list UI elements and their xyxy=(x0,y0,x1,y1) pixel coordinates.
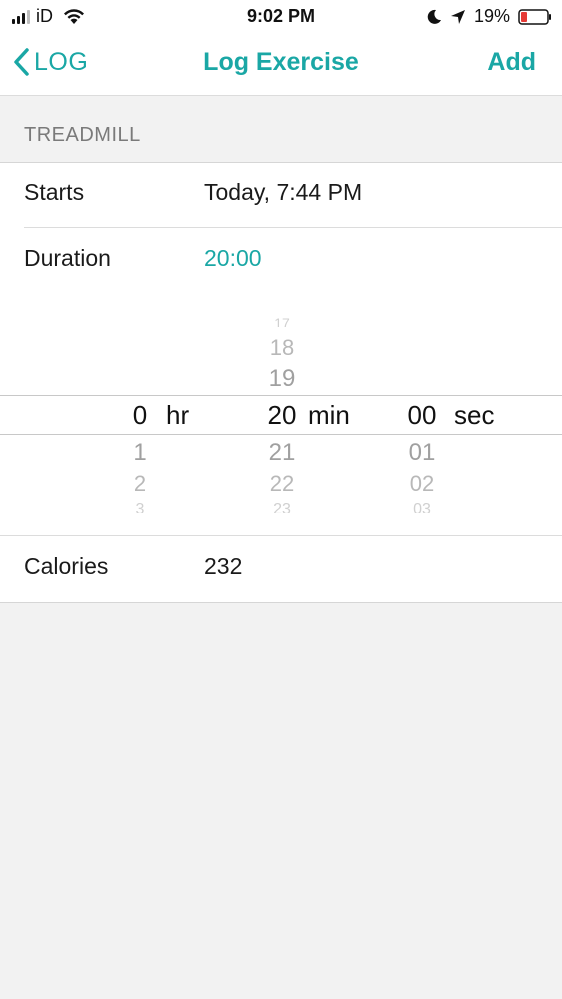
battery-percent: 19% xyxy=(473,6,510,26)
duration-picker[interactable]: 17 18 19 0 hr 20 min 00 sec 1 21 01 2 22… xyxy=(0,303,562,535)
calories-value: 232 xyxy=(204,553,243,579)
picker-minute-selected[interactable]: 20 xyxy=(252,400,312,431)
location-icon xyxy=(450,9,465,24)
picker-second-selected[interactable]: 00 xyxy=(392,400,452,431)
picker-hour-option[interactable]: 1 xyxy=(110,439,170,467)
picker-second-option[interactable]: 02 xyxy=(392,471,452,497)
picker-second-option[interactable]: 03 xyxy=(392,501,452,513)
picker-hour-option[interactable]: 3 xyxy=(110,501,170,513)
picker-minute-unit: min xyxy=(308,400,350,430)
starts-value: Today, 7:44 PM xyxy=(204,179,363,205)
divider xyxy=(0,535,562,536)
picker-minute-option[interactable]: 21 xyxy=(252,439,312,467)
battery-icon xyxy=(518,8,551,25)
picker-hour-selected[interactable]: 0 xyxy=(110,400,170,431)
starts-label: Starts xyxy=(24,179,85,205)
add-button[interactable]: Add xyxy=(487,48,536,77)
duration-value: 20:00 xyxy=(204,245,262,271)
picker-selection-bottom-line xyxy=(0,434,562,435)
picker-hour-unit: hr xyxy=(166,400,190,430)
picker-hour-option[interactable]: 2 xyxy=(110,471,170,497)
picker-selection-top-line xyxy=(0,395,562,396)
calories-label: Calories xyxy=(24,553,109,579)
moon-icon xyxy=(427,9,441,24)
picker-minute-option[interactable]: 17 xyxy=(252,315,312,327)
picker-minute-option[interactable]: 18 xyxy=(252,335,312,361)
status-bar: iD 9:02 PM 19% xyxy=(0,0,562,32)
picker-minute-option[interactable]: 22 xyxy=(252,471,312,497)
picker-minute-option[interactable]: 23 xyxy=(252,501,312,513)
divider xyxy=(24,227,562,228)
duration-label: Duration xyxy=(24,245,111,271)
status-right: 19% xyxy=(426,6,552,27)
picker-second-option[interactable]: 01 xyxy=(392,439,452,467)
nav-bar: LOG Log Exercise Add xyxy=(0,32,562,96)
page-title: Log Exercise xyxy=(203,48,359,76)
exercise-form: Starts Today, 7:44 PM Duration 20:00 17 … xyxy=(0,162,562,603)
picker-minute-option[interactable]: 19 xyxy=(252,365,312,393)
picker-second-unit: sec xyxy=(454,400,495,430)
section-title: TREADMILL xyxy=(24,124,141,146)
